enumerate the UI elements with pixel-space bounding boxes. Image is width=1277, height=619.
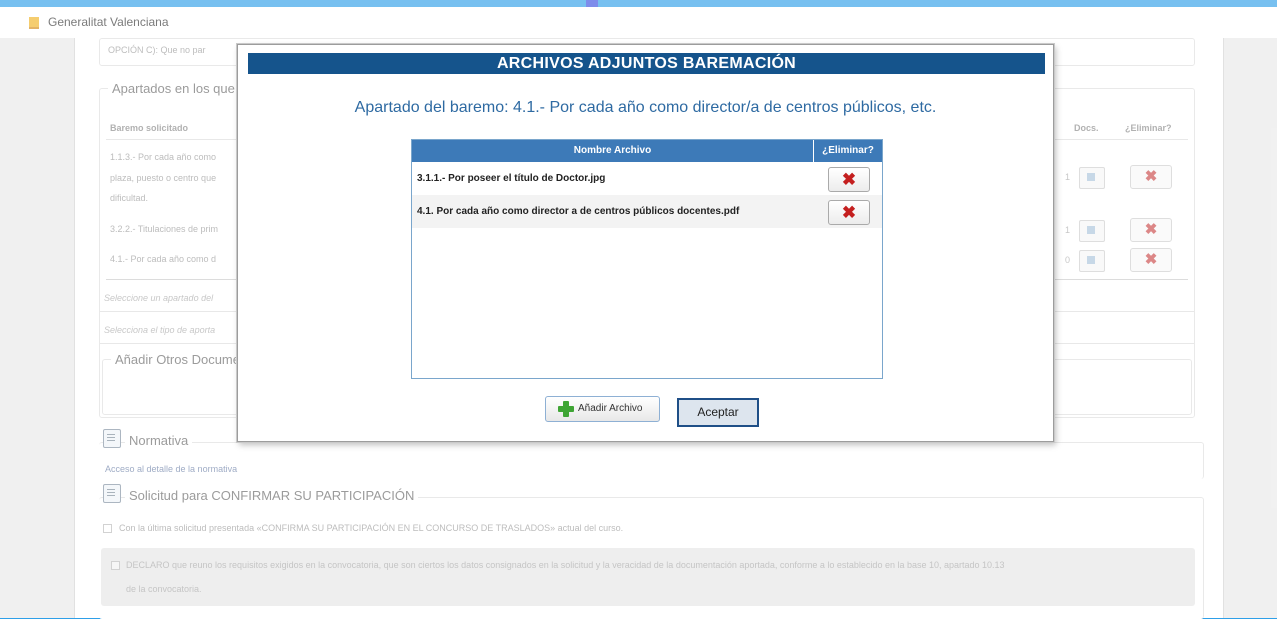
col-nombre-archivo: Nombre Archivo <box>412 140 814 162</box>
plus-icon <box>558 401 574 417</box>
file-name: 4.1. Por cada año como director a de cen… <box>417 206 740 217</box>
table-row: 3.1.1.- Por poseer el título de Doctor.j… <box>412 162 882 195</box>
delete-x-icon: ✖ <box>841 203 857 222</box>
files-table: Nombre Archivo ¿Eliminar? 3.1.1.- Por po… <box>411 139 883 379</box>
delete-file-button[interactable]: ✖ <box>828 200 870 225</box>
dialog-subtitle: Apartado del baremo: 4.1.- Por cada año … <box>354 99 937 116</box>
table-row: 4.1. Por cada año como director a de cen… <box>412 195 882 228</box>
accept-button[interactable]: Aceptar <box>677 398 759 427</box>
file-name: 3.1.1.- Por poseer el título de Doctor.j… <box>417 173 606 184</box>
add-file-button[interactable]: Añadir Archivo <box>545 396 660 422</box>
archivos-adjuntos-dialog: ARCHIVOS ADJUNTOS BAREMACIÓN Apartado de… <box>237 44 1054 442</box>
files-table-header: Nombre Archivo ¿Eliminar? <box>412 140 882 162</box>
delete-x-icon: ✖ <box>841 170 857 189</box>
col-eliminar: ¿Eliminar? <box>822 145 874 156</box>
delete-file-button[interactable]: ✖ <box>828 167 870 192</box>
add-file-label: Añadir Archivo <box>578 403 643 414</box>
dialog-title: ARCHIVOS ADJUNTOS BAREMACIÓN <box>248 53 1045 74</box>
